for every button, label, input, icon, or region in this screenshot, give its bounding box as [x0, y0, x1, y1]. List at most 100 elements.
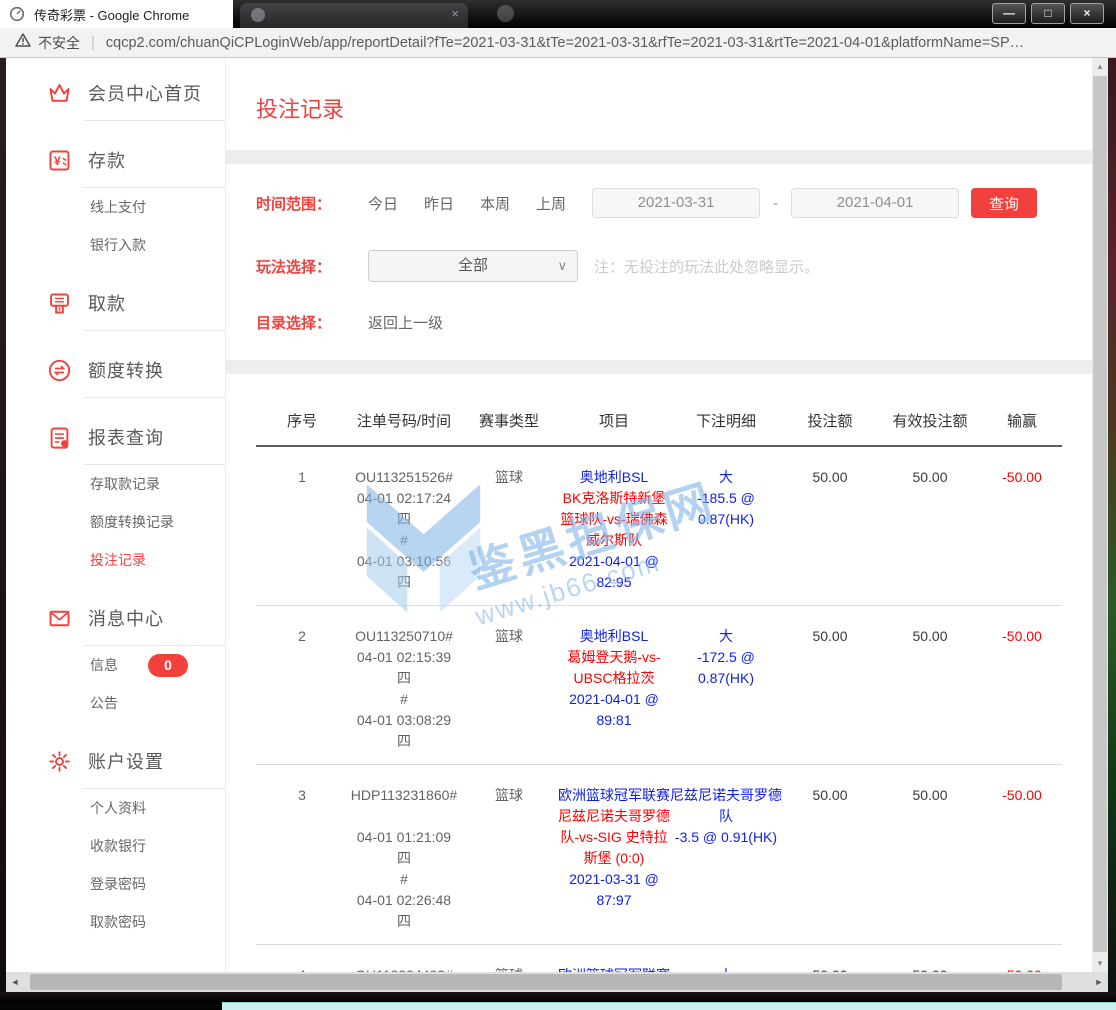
cell-win-loss: -50.00 [982, 785, 1062, 932]
sidebar-subitem-label: 公告 [90, 693, 118, 713]
cell-bet-amount: 50.00 [782, 965, 878, 972]
column-header: 有效投注额 [878, 410, 982, 431]
sidebar-subitem-label: 信息 [90, 655, 118, 675]
sidebar-item-bank-deposit[interactable]: 银行入款 [6, 226, 225, 264]
svg-text:¥: ¥ [54, 154, 61, 168]
sidebar-item-bet-records[interactable]: 投注记录 [6, 541, 225, 579]
cell-sport-type: 篮球 [460, 626, 558, 752]
sidebar-item-announcements[interactable]: 公告 [6, 684, 225, 722]
horizontal-scrollbar-thumb[interactable] [30, 974, 1062, 990]
cell-project: 奥地利BSL葛姆登天鹅-vs-UBSC格拉茨2021-04-01 @ 89:81 [558, 626, 670, 752]
sidebar-item-transfer[interactable]: 额度转换 [6, 343, 225, 397]
cell-index: 3 [256, 785, 348, 932]
address-url[interactable]: cqcp2.com/chuanQiCPLoginWeb/app/reportDe… [106, 35, 1024, 51]
sidebar-section-withdraw: 取款 [6, 276, 225, 331]
sidebar-item-deposit-withdraw-records[interactable]: 存取款记录 [6, 465, 225, 503]
window-title-area: 传奇彩票 - Google Chrome [0, 0, 233, 28]
cell-sport-type: 篮球 [460, 785, 558, 932]
sidebar-separator [84, 120, 225, 121]
window-border-right [1108, 58, 1116, 1010]
search-button[interactable]: 查询 [971, 188, 1037, 218]
table-body: 1OU113251526#04-01 02:17:24 四#04-01 03:1… [256, 447, 1062, 972]
vertical-scrollbar[interactable]: ▲ ▼ [1092, 58, 1108, 972]
table-row: 2OU113250710#04-01 02:15:39 四#04-01 03:0… [256, 606, 1062, 765]
minimize-button[interactable]: — [992, 3, 1026, 24]
play-type-select[interactable]: 全部 ∨ [368, 250, 578, 282]
scroll-left-arrow-icon[interactable]: ◄ [6, 972, 24, 992]
crown-icon [46, 80, 73, 107]
quick-range-this-week[interactable]: 本周 [480, 196, 510, 213]
scroll-up-arrow-icon[interactable]: ▲ [1092, 58, 1108, 75]
sidebar-item-label: 会员中心首页 [88, 80, 202, 106]
table-row: 1OU113251526#04-01 02:17:24 四#04-01 03:1… [256, 447, 1062, 606]
sidebar-separator [84, 397, 225, 398]
sidebar-item-receiving-bank[interactable]: 收款银行 [6, 827, 225, 865]
sidebar-item-reports[interactable]: 报表查询 [6, 410, 225, 464]
back-up-level-link[interactable]: 返回上一级 [368, 312, 443, 333]
sidebar-item-transfer-records[interactable]: 额度转换记录 [6, 503, 225, 541]
quick-range-last-week[interactable]: 上周 [536, 196, 566, 213]
section-divider-2 [226, 360, 1092, 374]
desktop-strip-dark [0, 1002, 222, 1010]
cell-valid-bet-amount: 50.00 [878, 626, 982, 752]
site-favicon-icon [9, 6, 25, 22]
cell-order-number-time: HDP113231860# 04-01 01:21:09 四#04-01 02:… [348, 785, 460, 932]
play-type-value: 全部 [458, 257, 488, 274]
report-icon [46, 424, 73, 451]
sidebar-item-label: 消息中心 [88, 605, 164, 631]
sidebar-item-message-center[interactable]: 消息中心 [6, 591, 225, 645]
sidebar-item-profile[interactable]: 个人资料 [6, 789, 225, 827]
cell-index: 2 [256, 626, 348, 752]
sidebar-subitem-label: 个人资料 [90, 798, 146, 818]
column-header: 注单号码/时间 [348, 410, 460, 431]
play-type-label: 玩法选择： [256, 256, 368, 277]
sidebar-item-deposit[interactable]: ¥ 存款 [6, 133, 225, 187]
sidebar-item-withdraw[interactable]: 取款 [6, 276, 225, 330]
cell-bet-amount: 50.00 [782, 785, 878, 932]
page-header: 投注记录 [226, 58, 1092, 150]
sidebar-subitem-label: 额度转换记录 [90, 512, 174, 532]
time-range-row: 时间范围： 今日昨日本周上周 2021-03-31 - 2021-04-01 查… [256, 188, 1092, 218]
filter-panel: 时间范围： 今日昨日本周上周 2021-03-31 - 2021-04-01 查… [226, 164, 1092, 360]
quick-range-today[interactable]: 今日 [368, 196, 398, 213]
maximize-button[interactable]: □ [1031, 3, 1065, 24]
background-tab-close-icon: × [451, 6, 459, 21]
cell-win-loss: -50.00 [982, 467, 1062, 593]
url-bar[interactable]: 不安全 | cqcp2.com/chuanQiCPLoginWeb/app/re… [0, 28, 1116, 58]
table-row: 4OU113234492#04-01 01:27:25 四#04-01 02:2… [256, 945, 1062, 972]
scroll-right-arrow-icon[interactable]: ► [1090, 972, 1108, 992]
close-button[interactable]: × [1070, 3, 1104, 24]
vertical-scrollbar-thumb[interactable] [1093, 76, 1107, 952]
scroll-down-arrow-icon[interactable]: ▼ [1092, 955, 1108, 972]
window-controls: —□× [992, 3, 1104, 24]
quick-range-yesterday[interactable]: 昨日 [424, 196, 454, 213]
warning-icon [15, 33, 31, 52]
date-from-input[interactable]: 2021-03-31 [592, 188, 760, 218]
date-to-input[interactable]: 2021-04-01 [791, 188, 959, 218]
sidebar-subitem-label: 投注记录 [90, 550, 146, 570]
cell-bet-amount: 50.00 [782, 626, 878, 752]
horizontal-scrollbar[interactable]: ◄ ► [6, 972, 1108, 992]
sidebar-item-withdraw-password[interactable]: 取款密码 [6, 903, 225, 941]
desktop-strip-cyan [222, 1002, 1116, 1010]
play-type-note: 注：无投注的玩法此处忽略显示。 [594, 256, 819, 277]
transfer-icon [46, 357, 73, 384]
sidebar-item-home[interactable]: 会员中心首页 [6, 66, 225, 120]
sidebar-item-online-pay[interactable]: 线上支付 [6, 188, 225, 226]
section-divider [226, 150, 1092, 164]
background-tab-favicon [251, 8, 265, 22]
security-status-label[interactable]: 不安全 [38, 33, 80, 53]
chevron-down-icon: ∨ [557, 251, 567, 281]
sidebar-section-transfer: 额度转换 [6, 343, 225, 398]
cell-bet-detail: 大-185.5 @0.87(HK) [670, 467, 782, 593]
sidebar-item-account-settings[interactable]: 账户设置 [6, 734, 225, 788]
sidebar-item-label: 存款 [88, 147, 126, 173]
title-bar: × 传奇彩票 - Google Chrome —□× [0, 0, 1116, 28]
table-header-row: 序号注单号码/时间赛事类型项目下注明细投注额有效投注额输赢 [256, 410, 1062, 445]
sidebar-subitem-label: 取款密码 [90, 912, 146, 932]
bet-records-table: 序号注单号码/时间赛事类型项目下注明细投注额有效投注额输赢 1OU1132515… [226, 374, 1092, 972]
sidebar-item-messages[interactable]: 信息0 [6, 646, 225, 684]
column-header: 输赢 [982, 410, 1062, 431]
sidebar-item-login-password[interactable]: 登录密码 [6, 865, 225, 903]
cell-project: 奥地利BSLBK克洛斯特新堡篮球队-vs-瑞佛森威尔斯队2021-04-01 @… [558, 467, 670, 593]
